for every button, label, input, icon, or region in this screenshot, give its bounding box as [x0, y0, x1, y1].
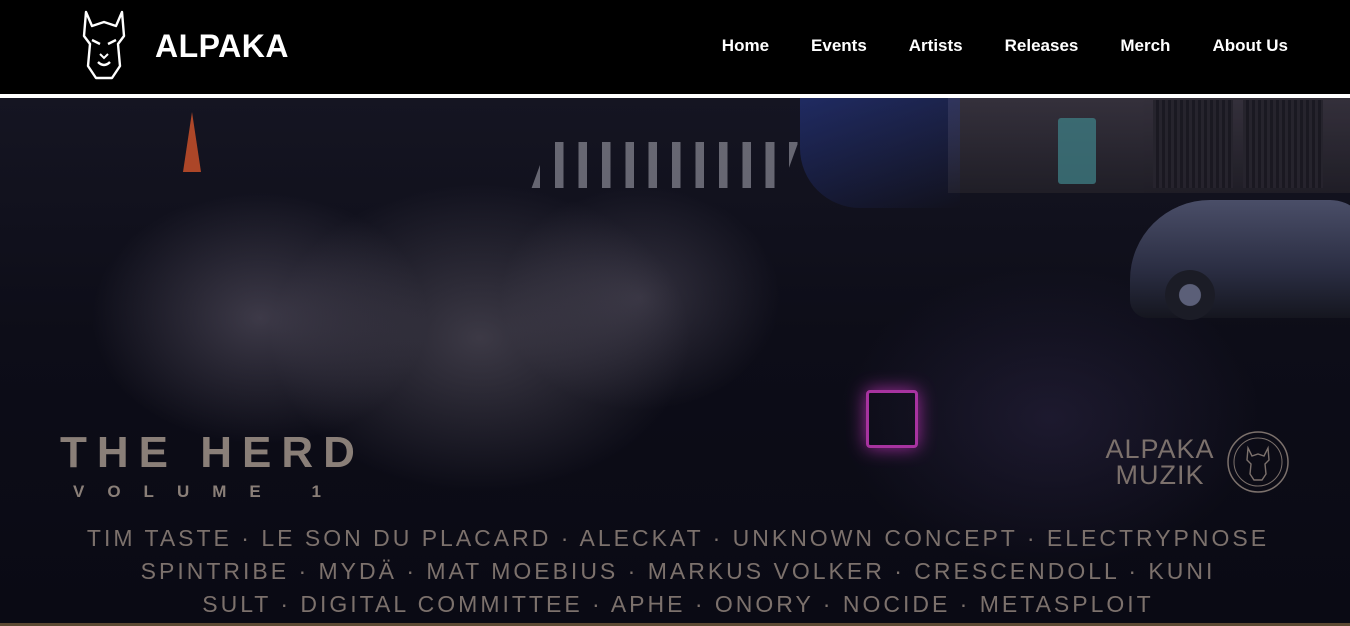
car [1130, 200, 1350, 318]
lineup-row: SULT · DIGITAL COMMITTEE · APHE · ONORY … [202, 591, 1154, 617]
building-shutter [1153, 100, 1233, 188]
lineup-row: SPINTRIBE · MYDÄ · MAT MOEBIUS · MARKUS … [140, 558, 1216, 584]
main-nav: Home Events Artists Releases Merch About… [722, 36, 1288, 56]
car-wheel [1165, 270, 1215, 320]
site-header: ALPAKA Home Events Artists Releases Merc… [0, 0, 1350, 94]
nav-about-us[interactable]: About Us [1212, 36, 1288, 56]
crosswalk [531, 142, 799, 188]
neon-reflection [866, 390, 918, 448]
nav-home[interactable]: Home [722, 36, 769, 56]
hero-subtitle: VOLUME 1 [73, 482, 344, 501]
alpaca-head-icon[interactable] [78, 10, 130, 82]
brand-name[interactable]: ALPAKA [155, 28, 289, 65]
alpaca-record-icon [1227, 431, 1289, 493]
trash-bin [1058, 118, 1096, 184]
nav-releases[interactable]: Releases [1005, 36, 1079, 56]
label-line-1: ALPAKA [1105, 434, 1215, 464]
nav-events[interactable]: Events [811, 36, 867, 56]
label-logo-text: ALPAKA MUZIK [1100, 434, 1220, 490]
hero-banner[interactable]: THE HERD VOLUME 1 ALPAKA MUZIK TIM TASTE… [0, 98, 1350, 626]
label-line-2: MUZIK [1115, 460, 1205, 490]
background-building [948, 98, 1350, 193]
nav-merch[interactable]: Merch [1120, 36, 1170, 56]
lineup-row: TIM TASTE · LE SON DU PLACARD · ALECKAT … [86, 525, 1270, 551]
nav-artists[interactable]: Artists [909, 36, 963, 56]
street-curb [800, 98, 960, 208]
hero-title: THE HERD [60, 428, 365, 477]
artist-lineup: TIM TASTE · LE SON DU PLACARD · ALECKAT … [0, 522, 1350, 621]
building-shutter [1243, 100, 1323, 188]
traffic-cone [183, 112, 201, 172]
